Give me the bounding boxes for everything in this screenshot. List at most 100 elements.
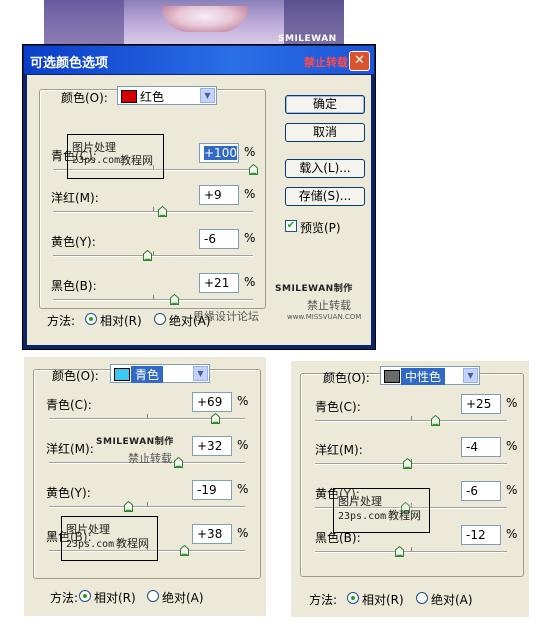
percent-sign: % [237,394,249,408]
slider-center-tick [147,502,148,506]
stamp-site: 23ps.com [72,155,121,166]
slider-track[interactable] [53,299,253,301]
slider-value: -6 [204,232,216,246]
percent-sign: % [237,526,249,540]
percent-sign: % [244,231,256,245]
slider-thumb[interactable] [143,250,152,261]
ok-button[interactable]: 确定 [285,95,365,114]
neutral-relative-label: 相对(R) [362,593,404,607]
title-watermark: 禁止转载 [304,56,348,69]
neutral-color-swatch [384,370,400,383]
save-button[interactable]: 存储(S)... [285,187,365,206]
chevron-down-icon[interactable]: ▼ [463,368,478,383]
cyan-absolute-radio[interactable] [147,590,159,602]
slider-value-input[interactable]: -6 [461,481,501,501]
slider-value: -19 [197,483,217,497]
slider-value-input[interactable]: +9 [199,185,239,205]
chevron-down-icon[interactable]: ▼ [193,366,208,381]
cyan-relative-radio[interactable] [79,590,91,602]
relative-radio[interactable] [85,313,97,325]
slider-thumb[interactable] [431,415,440,426]
slider-thumb[interactable] [174,457,184,468]
slider-track[interactable] [53,211,253,213]
slider-value-input[interactable]: -19 [192,480,232,500]
preview-label: 预览(P) [300,221,341,235]
photo-shadow-left [44,0,124,44]
slider-value: +100 [204,146,237,160]
slider-value-input[interactable]: +100 [199,143,239,163]
percent-sign: % [237,438,249,452]
slider-value-input[interactable]: +25 [461,394,501,414]
neutral-relative-radio[interactable] [347,592,359,604]
stamp-line2: 教程网 [120,154,153,167]
cyan-absolute-label: 绝对(A) [162,591,204,605]
slider-value-input[interactable]: -12 [461,525,501,545]
cyan-color-swatch [114,368,130,381]
slider-value-input[interactable]: +21 [199,273,239,293]
slider-label: 黄色(Y): [46,486,91,500]
slider-label: 洋红(M): [315,443,363,457]
slider-value-input[interactable]: +69 [192,392,232,412]
slider-value-input[interactable]: +38 [192,524,232,544]
slider-value: +25 [466,397,492,411]
percent-sign: % [506,527,518,541]
slider-track[interactable] [315,551,507,553]
neutral-method-label: 方法: [309,593,338,607]
preview-checkbox[interactable]: ✔ [285,220,297,232]
cyan-stamp-line1: 图片处理 [66,523,110,536]
neutral-color-select[interactable]: 中性色 ▼ [380,366,480,385]
cyan-relative-label: 相对(R) [94,591,136,605]
slider-value: +9 [204,188,222,202]
absolute-radio[interactable] [154,313,166,325]
cyan-ban-watermark: 禁止转载 [128,452,172,465]
cancel-button[interactable]: 取消 [285,123,365,142]
cyan-color-select[interactable]: 青色 ▼ [110,364,210,383]
percent-sign: % [244,145,256,159]
photo-lips [162,6,248,32]
color-select-value: 红色 [140,90,165,104]
slider-center-tick [147,414,148,418]
color-label: 颜色(O): [61,91,108,105]
cyan-brand-watermark: SMILEWAN制作 [96,437,174,447]
slider-track[interactable] [315,420,507,422]
neutral-absolute-radio[interactable] [416,592,428,604]
dialog-titlebar[interactable]: 可选颜色选项 禁止转载 ✕ [24,46,374,74]
slider-thumb[interactable] [210,413,220,424]
percent-sign: % [237,482,249,496]
neutral-stamp-site: 23ps.com [338,511,387,522]
neutral-color-select-value: 中性色 [401,368,446,385]
slider-thumb[interactable] [124,501,134,512]
cyan-stamp-site: 23ps.com [66,539,115,550]
slider-value-input[interactable]: +32 [192,436,232,456]
slider-thumb[interactable] [403,458,413,469]
load-button[interactable]: 载入(L)... [285,159,365,178]
slider-thumb[interactable] [180,545,190,556]
dialog-ban-watermark: 禁止转载 [307,299,351,312]
percent-sign: % [506,483,518,497]
neutral-absolute-label: 绝对(A) [431,593,473,607]
selective-color-dialog: 可选颜色选项 禁止转载 ✕ 颜色(O): 红色 ▼ 青色(C): +100% 洋红(… [22,44,376,350]
slider-label: 青色(C): [46,398,92,412]
slider-track[interactable] [53,255,253,257]
neutral-tutorial-stamp: 图片处理 23ps.com 教程网 [333,488,430,533]
percent-sign: % [244,187,256,201]
slider-track[interactable] [49,506,245,508]
slider-center-tick [411,416,412,420]
slider-thumb[interactable] [249,164,258,175]
slider-label: 洋红(M): [46,442,94,456]
percent-sign: % [506,439,518,453]
stamp-line1: 图片处理 [72,141,116,154]
slider-thumb[interactable] [158,206,167,217]
slider-thumb[interactable] [170,294,179,305]
close-button[interactable]: ✕ [349,51,370,71]
slider-thumb[interactable] [395,546,405,557]
chevron-down-icon[interactable]: ▼ [200,88,215,103]
slider-value-input[interactable]: -4 [461,437,501,457]
color-swatch [121,90,137,103]
forum-url-watermark: www.MISSVUAN.COM [287,313,362,321]
slider-value-input[interactable]: -6 [199,229,239,249]
color-select[interactable]: 红色 ▼ [117,86,217,105]
slider-value: +38 [197,527,223,541]
slider-center-tick [153,251,154,255]
cyan-method-label: 方法: [50,591,79,605]
